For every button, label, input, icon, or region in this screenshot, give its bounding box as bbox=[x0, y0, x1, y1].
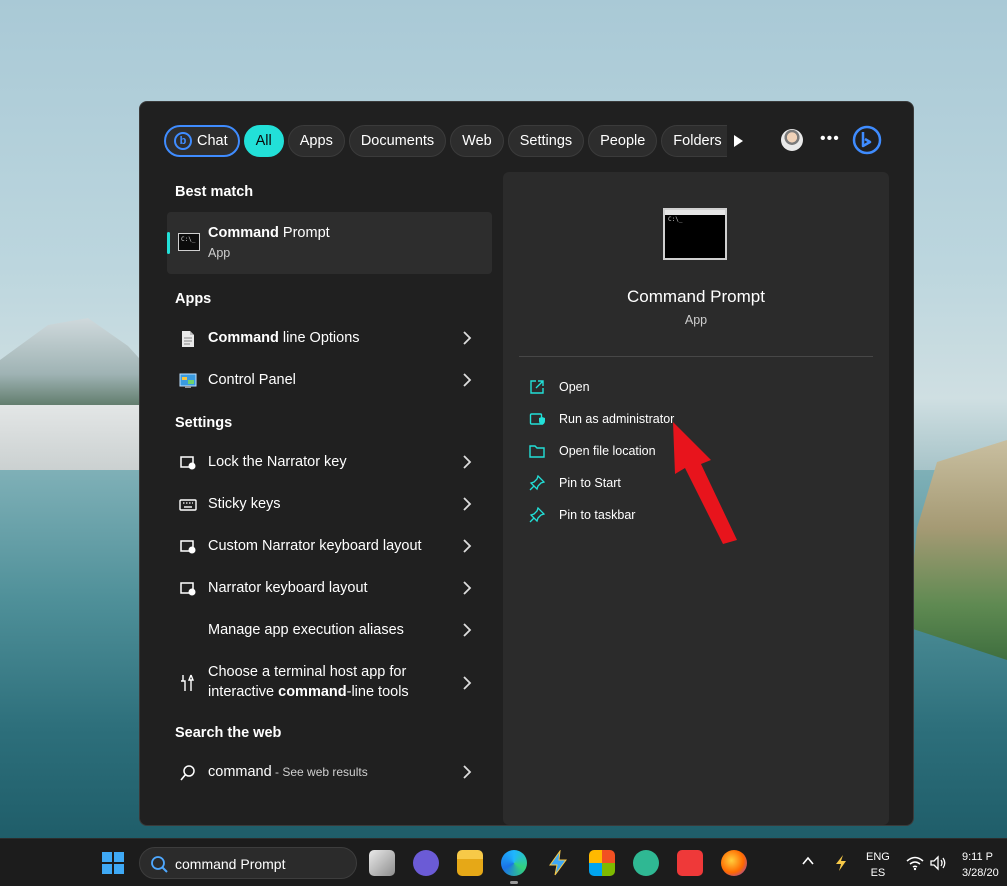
result-label: Manage app execution aliases bbox=[208, 622, 404, 638]
result-label: command - See web results bbox=[208, 764, 368, 780]
control-panel-icon bbox=[179, 373, 197, 388]
setting-sticky-keys[interactable]: Sticky keys bbox=[167, 485, 492, 525]
web-search-result[interactable]: command - See web results bbox=[167, 753, 492, 793]
file-explorer-icon[interactable] bbox=[457, 850, 483, 876]
apps-heading: Apps bbox=[175, 291, 212, 307]
teams-chat-icon[interactable] bbox=[413, 850, 439, 876]
wallpaper-snow bbox=[0, 405, 160, 475]
details-subtitle: App bbox=[684, 313, 708, 327]
volume-icon[interactable] bbox=[930, 855, 948, 871]
search-icon bbox=[151, 856, 168, 873]
developer-tools-icon bbox=[181, 674, 195, 691]
annotation-arrow-icon bbox=[673, 422, 737, 544]
chevron-right-icon[interactable] bbox=[462, 622, 472, 638]
taskbar: command Prompt ENG ES 9:11 P 3/28/20 bbox=[0, 838, 1007, 886]
folder-icon bbox=[529, 445, 545, 458]
selection-accent bbox=[167, 232, 170, 254]
wifi-icon[interactable] bbox=[906, 855, 924, 871]
chevron-right-icon[interactable] bbox=[462, 764, 472, 780]
filter-bar: b Chat All Apps Documents Web Settings P… bbox=[164, 125, 731, 157]
pin-icon bbox=[529, 475, 545, 491]
setting-choose-terminal-host[interactable]: Choose a terminal host app for interacti… bbox=[167, 655, 492, 711]
action-open[interactable]: Open bbox=[529, 376, 829, 398]
filter-documents[interactable]: Documents bbox=[348, 125, 447, 157]
action-label: Open bbox=[559, 380, 590, 394]
chevron-right-icon[interactable] bbox=[462, 496, 472, 512]
divider bbox=[519, 356, 873, 357]
input-language-indicator[interactable]: ENG ES bbox=[866, 849, 890, 881]
setting-narrator-keyboard-layout[interactable]: Narrator keyboard layout bbox=[167, 569, 492, 609]
bing-logo-icon[interactable] bbox=[851, 124, 883, 156]
action-label: Run as administrator bbox=[559, 412, 675, 426]
pin-icon bbox=[529, 507, 545, 523]
setting-manage-app-execution-aliases[interactable]: Manage app execution aliases bbox=[167, 611, 492, 651]
open-external-icon bbox=[530, 380, 544, 394]
user-avatar[interactable] bbox=[781, 129, 803, 151]
scroll-filters-right-icon[interactable] bbox=[728, 131, 748, 151]
result-label: Lock the Narrator key bbox=[208, 454, 347, 470]
setting-custom-narrator-keyboard-layout[interactable]: Custom Narrator keyboard layout bbox=[167, 527, 492, 567]
edge-browser-icon[interactable] bbox=[501, 850, 527, 884]
filter-chat[interactable]: b Chat bbox=[164, 125, 240, 157]
narrator-icon bbox=[180, 456, 196, 470]
task-view-icon[interactable] bbox=[369, 850, 395, 876]
app-result-control-panel[interactable]: Control Panel bbox=[167, 361, 492, 401]
show-hidden-icons-icon[interactable] bbox=[802, 854, 814, 868]
setting-lock-narrator-key[interactable]: Lock the Narrator key bbox=[167, 443, 492, 483]
result-label: Narrator keyboard layout bbox=[208, 580, 368, 596]
windows-start-icon[interactable] bbox=[102, 852, 124, 874]
filter-chat-label: Chat bbox=[197, 133, 228, 149]
narrator-icon bbox=[180, 582, 196, 596]
filter-all[interactable]: All bbox=[243, 125, 284, 157]
chevron-right-icon[interactable] bbox=[462, 675, 472, 691]
action-label: Open file location bbox=[559, 444, 656, 458]
microsoft-store-icon[interactable] bbox=[589, 850, 615, 876]
chevron-right-icon[interactable] bbox=[462, 330, 472, 346]
action-label: Pin to Start bbox=[559, 476, 621, 490]
vivaldi-browser-icon[interactable] bbox=[677, 850, 703, 876]
action-label: Pin to taskbar bbox=[559, 508, 636, 522]
best-match-title: Command Prompt bbox=[208, 225, 330, 241]
taskbar-search-text: command Prompt bbox=[175, 856, 286, 872]
clock[interactable]: 9:11 P 3/28/20 bbox=[962, 849, 999, 881]
keyboard-icon bbox=[179, 499, 197, 511]
firefox-browser-icon[interactable] bbox=[721, 850, 747, 876]
filter-people[interactable]: People bbox=[588, 125, 658, 157]
best-match-heading: Best match bbox=[175, 184, 254, 200]
chevron-right-icon[interactable] bbox=[462, 538, 472, 554]
chevron-right-icon[interactable] bbox=[462, 454, 472, 470]
filter-apps[interactable]: Apps bbox=[287, 125, 345, 157]
details-title: Command Prompt bbox=[627, 287, 765, 306]
taskbar-search-box[interactable]: command Prompt bbox=[139, 847, 357, 879]
result-label: Choose a terminal host app for interacti… bbox=[208, 664, 409, 700]
chevron-right-icon[interactable] bbox=[462, 580, 472, 596]
lightning-app-icon[interactable] bbox=[545, 849, 571, 876]
result-label: Custom Narrator keyboard layout bbox=[208, 538, 422, 554]
search-panel: b Chat All Apps Documents Web Settings P… bbox=[139, 101, 914, 826]
search-icon bbox=[180, 765, 195, 781]
narrator-icon bbox=[180, 540, 196, 554]
chevron-right-icon[interactable] bbox=[462, 372, 472, 388]
document-icon bbox=[182, 331, 194, 347]
chatgpt-icon[interactable] bbox=[633, 850, 659, 876]
search-web-heading: Search the web bbox=[175, 725, 282, 741]
result-label: Command line Options bbox=[208, 330, 360, 346]
tray-lightning-icon[interactable] bbox=[832, 855, 850, 871]
command-prompt-icon: C:\_ bbox=[178, 233, 200, 251]
result-label: Control Panel bbox=[208, 372, 296, 388]
filter-web[interactable]: Web bbox=[450, 125, 504, 157]
bing-chat-icon: b bbox=[174, 132, 192, 150]
command-prompt-large-icon: C:\_ bbox=[663, 208, 727, 260]
filter-folders[interactable]: Folders bbox=[661, 125, 728, 157]
filter-settings[interactable]: Settings bbox=[507, 125, 585, 157]
more-options-icon[interactable]: ••• bbox=[820, 130, 840, 148]
best-match-subtitle: App bbox=[208, 246, 231, 260]
app-result-command-line-options[interactable]: Command line Options bbox=[167, 319, 492, 359]
best-match-result[interactable]: C:\_ Command Prompt App bbox=[167, 212, 492, 274]
result-label: Sticky keys bbox=[208, 496, 281, 512]
admin-shield-icon bbox=[529, 413, 545, 425]
settings-heading: Settings bbox=[175, 415, 233, 431]
